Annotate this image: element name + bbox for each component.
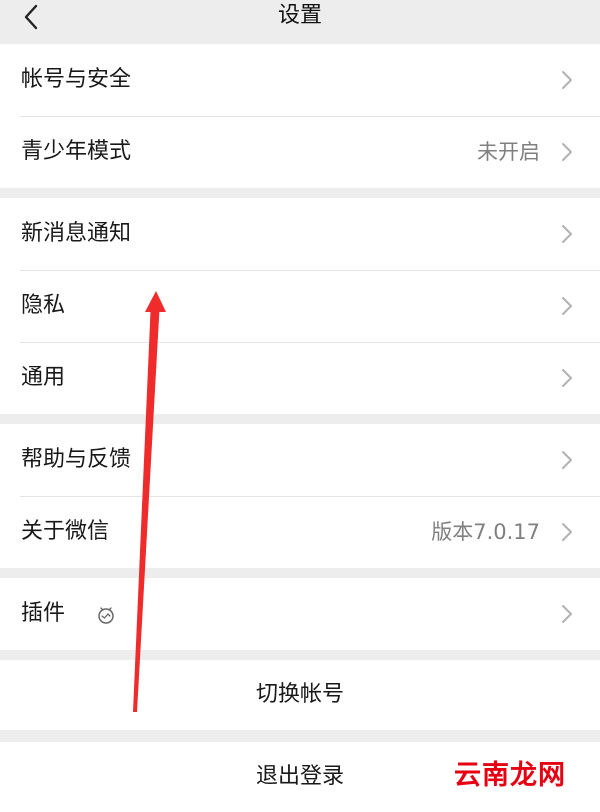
row-label: 青少年模式 [21,139,132,164]
chevron-right-icon [562,225,572,243]
chevron-right-icon [562,71,572,89]
switch-account-button[interactable]: 切换帐号 [0,660,600,730]
version-label: 版本7.0.17 [431,520,540,544]
watermark: 云南龙网 [454,760,566,791]
chevron-right-icon [562,451,572,469]
chevron-right-icon [562,605,572,623]
help-feedback-item[interactable]: 帮助与反馈 [0,424,600,496]
privacy-item[interactable]: 隐私 [0,270,600,342]
new-message-notification-item[interactable]: 新消息通知 [0,198,600,270]
plugins-item[interactable]: 插件 [0,578,600,650]
row-label: 帐号与安全 [21,67,132,92]
teen-mode-status: 未开启 [477,140,540,164]
chevron-right-icon [562,143,572,161]
page-title: 设置 [277,3,322,28]
row-label: 关于微信 [21,519,110,544]
about-wechat-item[interactable]: 关于微信 版本7.0.17 [0,496,600,568]
teen-mode-item[interactable]: 青少年模式 未开启 [0,116,600,188]
row-label: 帮助与反馈 [21,447,132,472]
general-item[interactable]: 通用 [0,342,600,414]
plugin-icon [98,607,114,624]
switch-account-section: 切换帐号 [0,660,600,730]
row-label: 隐私 [21,293,66,318]
plugins-section: 插件 [0,578,600,650]
chevron-right-icon [562,297,572,315]
row-label: 插件 [21,601,66,626]
chevron-right-icon [562,369,572,387]
account-section: 帐号与安全 青少年模式 未开启 [0,44,600,188]
account-security-item[interactable]: 帐号与安全 [0,44,600,116]
row-label: 新消息通知 [21,221,132,246]
row-label: 通用 [21,365,66,390]
about-section: 帮助与反馈 关于微信 版本7.0.17 [0,424,600,568]
notifications-section: 新消息通知 隐私 通用 [0,198,600,414]
chevron-right-icon [562,523,572,541]
top-bar: 设置 [0,0,600,44]
